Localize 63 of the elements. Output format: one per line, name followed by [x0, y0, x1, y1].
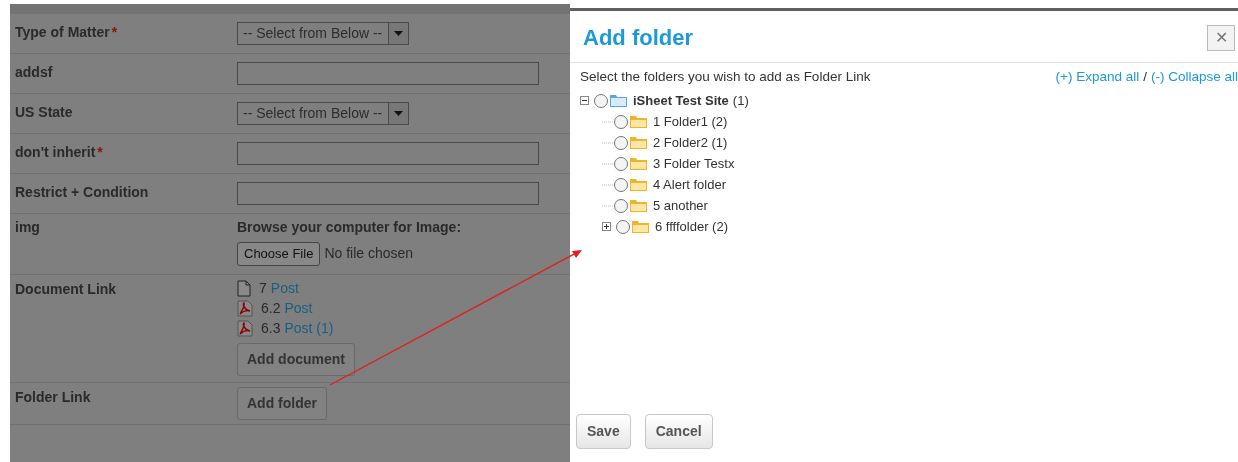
- field-label: don't inherit: [15, 144, 96, 160]
- close-button[interactable]: ✕: [1207, 24, 1235, 51]
- radio-button[interactable]: [614, 135, 628, 150]
- page-icon: [237, 280, 251, 297]
- radio-button[interactable]: [594, 93, 608, 108]
- folder-icon: [630, 157, 647, 171]
- field-label: Type of Matter: [15, 24, 110, 40]
- choose-file-button[interactable]: Choose File: [237, 242, 321, 266]
- select-field[interactable]: -- Select from Below --: [237, 22, 410, 45]
- pdf-icon: [237, 320, 253, 337]
- cancel-button[interactable]: Cancel: [644, 414, 713, 449]
- input-field[interactable]: [237, 62, 539, 85]
- dialog-title: Add folder: [583, 24, 693, 52]
- field-label: US State: [15, 104, 73, 120]
- required-mark: *: [97, 144, 103, 160]
- tree-line: [602, 183, 613, 186]
- expand-all-link[interactable]: (+) Expand all: [1055, 69, 1140, 84]
- instruction-text: Select the folders you wish to add as Folder Link: [580, 68, 871, 86]
- tree-line: [602, 141, 613, 144]
- radio-button[interactable]: [614, 198, 628, 213]
- tree-line: [602, 162, 613, 165]
- input-field[interactable]: [237, 182, 539, 205]
- folder-icon: [630, 199, 647, 213]
- folder-name[interactable]: iSheet Test Site: [633, 91, 729, 111]
- radio-button[interactable]: [616, 219, 630, 234]
- folder-icon: [630, 178, 647, 192]
- folder-name[interactable]: 1 Folder1 (2): [653, 112, 728, 132]
- select-field[interactable]: -- Select from Below --: [237, 102, 410, 125]
- required-mark: *: [111, 24, 118, 40]
- input-field[interactable]: [237, 142, 539, 165]
- radio-button[interactable]: [614, 156, 628, 171]
- add-folder-button[interactable]: Add folder: [237, 386, 327, 420]
- folder-name[interactable]: 5 another: [653, 196, 708, 216]
- folder-icon: [630, 136, 647, 150]
- document-number: 6.3: [261, 319, 281, 338]
- field-label: Folder Link: [15, 388, 91, 405]
- folder-count: (1): [732, 92, 749, 110]
- pdf-icon: [237, 300, 253, 317]
- folder-name[interactable]: 3 Folder Testx: [653, 154, 735, 174]
- save-button[interactable]: Save: [576, 414, 631, 449]
- folder-icon: [632, 220, 649, 234]
- tree-line: [602, 120, 613, 123]
- folder-icon: [610, 94, 627, 108]
- folder-name[interactable]: 6 ffffolder (2): [655, 217, 728, 237]
- tree-line: [602, 204, 613, 207]
- link-separator: /: [1143, 69, 1147, 84]
- caret-icon: [394, 111, 404, 116]
- field-label: Document Link: [15, 280, 117, 297]
- folder-icon: [630, 115, 647, 129]
- document-number: 7: [259, 279, 267, 298]
- file-status: No file chosen: [324, 244, 414, 264]
- field-label: Restrict + Condition: [15, 184, 149, 200]
- radio-button[interactable]: [614, 114, 628, 129]
- add-document-button[interactable]: Add document: [237, 342, 355, 376]
- folder-name[interactable]: 4 Alert folder: [653, 175, 726, 195]
- caret-icon: [394, 31, 404, 36]
- document-number: 6.2: [261, 299, 281, 318]
- field-label: addsf: [15, 64, 53, 80]
- collapse-all-link[interactable]: (-) Collapse all: [1150, 69, 1238, 84]
- radio-button[interactable]: [614, 177, 628, 192]
- folder-name[interactable]: 2 Folder2 (1): [653, 133, 728, 153]
- file-prompt: Browse your computer for Image:: [237, 218, 463, 237]
- field-label: img: [15, 219, 40, 235]
